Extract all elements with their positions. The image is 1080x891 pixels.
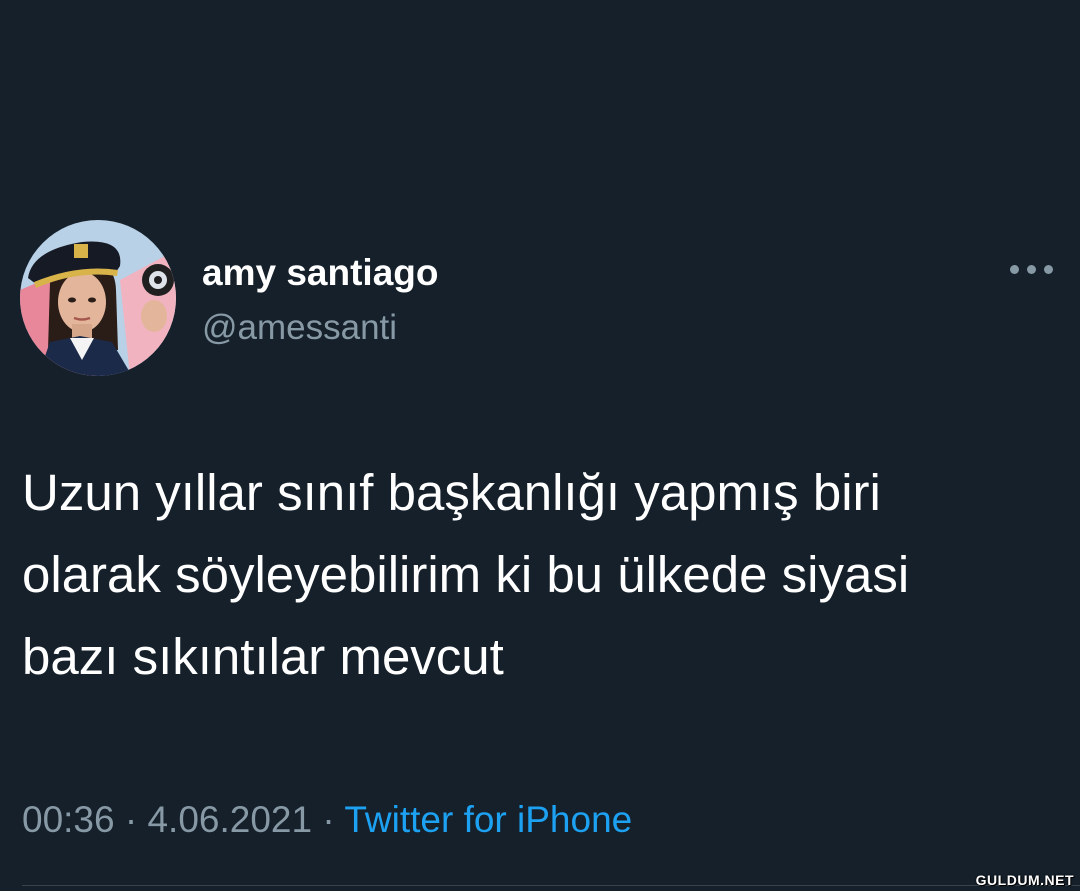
tweet-date[interactable]: 4.06.2021 — [147, 799, 312, 840]
tweet-time[interactable]: 00:36 — [22, 799, 115, 840]
divider — [22, 885, 1080, 886]
tweet-source-link[interactable]: Twitter for iPhone — [344, 799, 632, 840]
tweet-meta: 00:36 · 4.06.2021 · Twitter for iPhone — [22, 796, 632, 844]
display-name[interactable]: amy santiago — [202, 250, 438, 296]
tweet-text: Uzun yıllar sınıf başkanlığı yapmış biri… — [22, 452, 1062, 698]
tweet-text-line: bazı sıkıntılar mevcut — [22, 628, 504, 685]
tweet-text-line: olarak söyleyebilirim ki bu ülkede siyas… — [22, 546, 910, 603]
watermark: GULDUM.NET — [975, 872, 1074, 888]
meta-separator: · — [322, 799, 335, 840]
more-dots-icon[interactable] — [1004, 256, 1060, 284]
tweet-card: amy santiago @amessanti Uzun yıllar sını… — [0, 0, 1080, 891]
meta-separator: · — [124, 799, 138, 840]
avatar[interactable] — [20, 220, 176, 376]
tweet-text-line: Uzun yıllar sınıf başkanlığı yapmış biri — [22, 464, 881, 521]
user-handle[interactable]: @amessanti — [202, 306, 397, 350]
avatar-image — [20, 220, 176, 376]
